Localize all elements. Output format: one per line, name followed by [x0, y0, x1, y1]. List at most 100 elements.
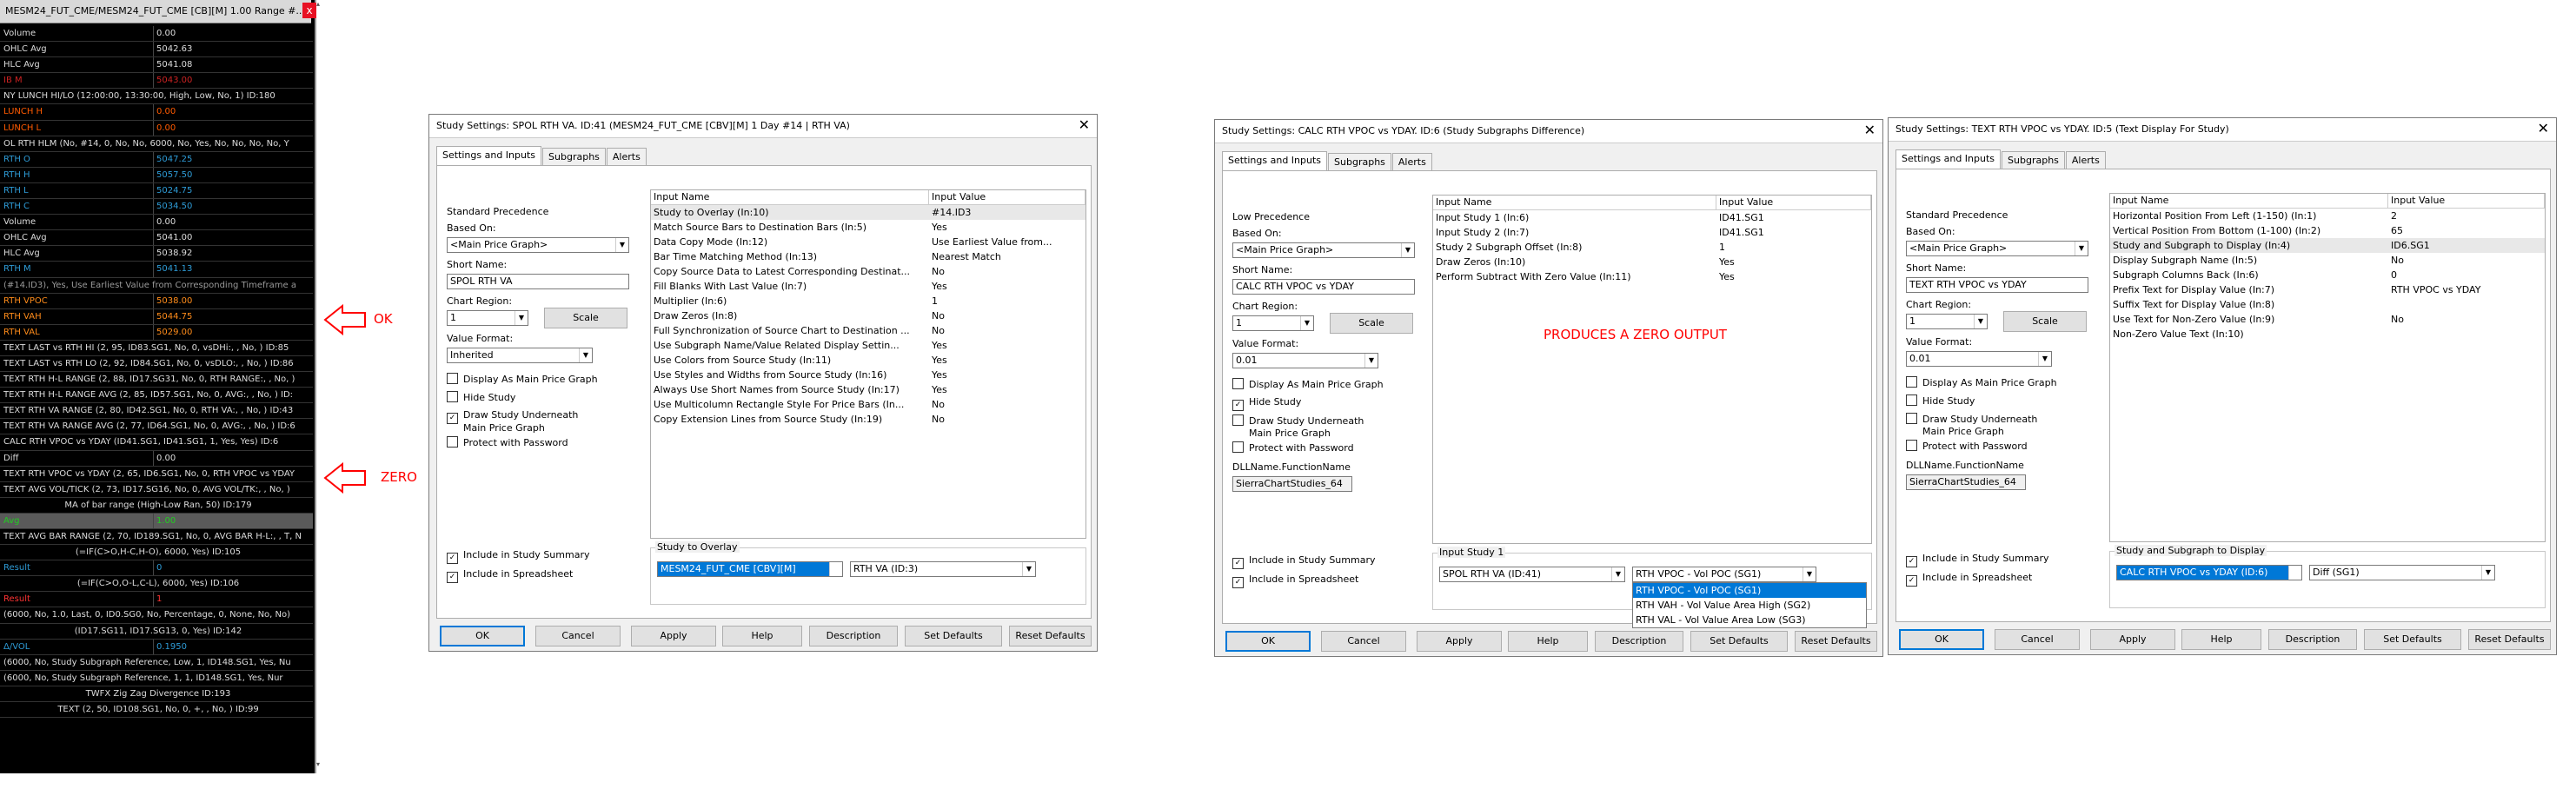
- grid-row-value[interactable]: ID6.SG1: [2391, 238, 2542, 253]
- short-name-input[interactable]: SPOL RTH VA: [447, 274, 629, 289]
- study-select[interactable]: CALC RTH VPOC vs YDAY (ID:6) ▼: [2116, 565, 2302, 580]
- chevron-down-icon[interactable]: ▼: [1611, 567, 1624, 581]
- checkbox-include-in-spreadsheet[interactable]: ✓ Include in Spreadsheet: [1906, 572, 2032, 587]
- cancel-button[interactable]: Cancel: [535, 626, 621, 646]
- scale-button[interactable]: Scale: [2003, 311, 2087, 332]
- chevron-down-icon[interactable]: ▼: [1974, 315, 1987, 328]
- grid-row-value[interactable]: Yes: [932, 220, 1083, 235]
- grid-row-value[interactable]: 1: [1719, 240, 1869, 255]
- checkbox-box[interactable]: ✓: [1906, 575, 1917, 587]
- based-on-select[interactable]: <Main Price Graph> ▼: [1232, 242, 1415, 258]
- grid-row[interactable]: Study and Subgraph to Display (In:4) ID6.…: [2110, 238, 2545, 253]
- grid-row[interactable]: Vertical Position From Bottom (1-100) (I…: [2110, 223, 2545, 238]
- cancel-button[interactable]: Cancel: [1321, 631, 1406, 652]
- ok-button[interactable]: OK: [1225, 631, 1311, 652]
- checkbox-box[interactable]: ✓: [1232, 400, 1244, 411]
- grid-row[interactable]: Non-Zero Value Text (In:10): [2110, 327, 2545, 341]
- tab-subgraphs[interactable]: Subgraphs: [542, 148, 606, 166]
- checkbox-include-in-study-summary[interactable]: ✓ Include in Study Summary: [447, 549, 589, 564]
- ok-button[interactable]: OK: [1899, 629, 1984, 650]
- grid-row-value[interactable]: RTH VPOC vs YDAY: [2391, 282, 2542, 297]
- chevron-down-icon[interactable]: ▼: [2288, 566, 2301, 580]
- dropdown-option[interactable]: RTH VPOC - Vol POC (SG1): [1633, 583, 1866, 598]
- grid-row-value[interactable]: No: [932, 308, 1083, 323]
- based-on-select[interactable]: <Main Price Graph> ▼: [1906, 241, 2088, 256]
- checkbox-box[interactable]: ✓: [447, 413, 458, 424]
- cancel-button[interactable]: Cancel: [1995, 629, 2080, 650]
- chevron-down-icon[interactable]: ▼: [2481, 566, 2494, 580]
- subgraph-select[interactable]: RTH VA (ID:3) ▼: [850, 561, 1036, 577]
- checkbox-draw-study-underneath[interactable]: Draw Study Underneath: [1232, 414, 1364, 427]
- close-icon[interactable]: ✕: [1864, 123, 1876, 138]
- description-button[interactable]: Description: [1595, 631, 1683, 652]
- checkbox-hide-study[interactable]: Hide Study: [1906, 394, 1975, 407]
- grid-row[interactable]: Input Study 1 (In:6) ID41.SG1: [1433, 210, 1871, 225]
- apply-button[interactable]: Apply: [1417, 631, 1502, 652]
- grid-row[interactable]: Multiplier (In:6) 1: [651, 294, 1086, 308]
- checkbox-box[interactable]: [1232, 378, 1244, 389]
- chevron-down-icon[interactable]: ▼: [1401, 243, 1414, 257]
- value-format-select[interactable]: 0.01 ▼: [1232, 353, 1378, 368]
- grid-row[interactable]: Horizontal Position From Left (1-150) (I…: [2110, 209, 2545, 223]
- checkbox-box[interactable]: [447, 391, 458, 402]
- grid-row[interactable]: Use Subgraph Name/Value Related Display …: [651, 338, 1086, 353]
- dropdown-option[interactable]: RTH VAH - Vol Value Area High (SG2): [1633, 598, 1866, 613]
- checkbox-box[interactable]: [447, 436, 458, 448]
- help-button[interactable]: Help: [2181, 629, 2261, 650]
- grid-row-value[interactable]: Yes: [932, 279, 1083, 294]
- dll-input[interactable]: SierraChartStudies_64: [1906, 474, 2026, 490]
- grid-row[interactable]: Use Colors from Source Study (In:11) Yes: [651, 353, 1086, 368]
- grid-row-value[interactable]: Yes: [932, 353, 1083, 368]
- tab-alerts[interactable]: Alerts: [606, 148, 647, 166]
- grid-row-value[interactable]: #14.ID3: [932, 205, 1083, 220]
- checkbox-box[interactable]: ✓: [1906, 556, 1917, 567]
- grid-row[interactable]: Copy Source Data to Latest Corresponding…: [651, 264, 1086, 279]
- grid-row[interactable]: Use Styles and Widths from Source Study …: [651, 368, 1086, 382]
- scale-button[interactable]: Scale: [1330, 313, 1413, 334]
- apply-button[interactable]: Apply: [631, 626, 716, 646]
- grid-row-value[interactable]: 65: [2391, 223, 2542, 238]
- grid-row[interactable]: Match Source Bars to Destination Bars (I…: [651, 220, 1086, 235]
- checkbox-include-in-study-summary[interactable]: ✓ Include in Study Summary: [1906, 553, 2048, 567]
- grid-row[interactable]: Suffix Text for Display Value (In:8): [2110, 297, 2545, 312]
- checkbox-box[interactable]: ✓: [1232, 558, 1244, 569]
- study-select[interactable]: SPOL RTH VA (ID:41) ▼: [1439, 567, 1625, 582]
- apply-button[interactable]: Apply: [2090, 629, 2175, 650]
- grid-row-value[interactable]: No: [932, 264, 1083, 279]
- tab-alerts[interactable]: Alerts: [2065, 151, 2106, 169]
- checkbox-box[interactable]: [1906, 413, 1917, 424]
- data-window-scrollbar[interactable]: ▴ ▾: [316, 0, 322, 773]
- chart-region-select[interactable]: 1 ▼: [1232, 315, 1314, 331]
- grid-row-value[interactable]: Use Earliest Value from...: [932, 235, 1083, 249]
- chevron-down-icon[interactable]: ▼: [1022, 562, 1035, 576]
- reset-defaults-button[interactable]: Reset Defaults: [1795, 631, 1877, 652]
- value-format-select[interactable]: 0.01 ▼: [1906, 351, 2052, 367]
- grid-row[interactable]: Input Study 2 (In:7) ID41.SG1: [1433, 225, 1871, 240]
- subgraph-select[interactable]: RTH VPOC - Vol POC (SG1) ▼: [1632, 567, 1816, 582]
- checkbox-include-in-spreadsheet[interactable]: ✓ Include in Spreadsheet: [1232, 574, 1358, 588]
- checkbox-protect-with-password[interactable]: Protect with Password: [1906, 440, 2028, 452]
- tab-settings-and-inputs[interactable]: Settings and Inputs: [1895, 149, 2002, 169]
- short-name-input[interactable]: CALC RTH VPOC vs YDAY: [1232, 279, 1415, 295]
- reset-defaults-button[interactable]: Reset Defaults: [1009, 626, 1092, 646]
- checkbox-display-as-main-price-graph[interactable]: Display As Main Price Graph: [1906, 376, 2057, 388]
- grid-row-value[interactable]: 2: [2391, 209, 2542, 223]
- chevron-down-icon[interactable]: ▼: [1803, 567, 1816, 581]
- set-defaults-button[interactable]: Set Defaults: [1690, 631, 1788, 652]
- chevron-down-icon[interactable]: ▼: [1300, 316, 1313, 330]
- close-icon[interactable]: ✕: [2538, 121, 2549, 136]
- help-button[interactable]: Help: [722, 626, 802, 646]
- grid-row[interactable]: Study to Overlay (In:10) #14.ID3: [651, 205, 1086, 220]
- checkbox-box[interactable]: [1906, 440, 1917, 451]
- grid-row[interactable]: Draw Zeros (In:10) Yes: [1433, 255, 1871, 269]
- description-button[interactable]: Description: [2268, 629, 2357, 650]
- checkbox-box[interactable]: [1906, 394, 1917, 406]
- description-button[interactable]: Description: [809, 626, 898, 646]
- scroll-down-icon[interactable]: ▾: [316, 760, 322, 769]
- checkbox-box[interactable]: [1232, 414, 1244, 426]
- checkbox-box[interactable]: ✓: [447, 553, 458, 564]
- grid-row[interactable]: Draw Zeros (In:8) No: [651, 308, 1086, 323]
- grid-row-value[interactable]: No: [932, 323, 1083, 338]
- chevron-down-icon[interactable]: ▼: [515, 311, 528, 325]
- grid-row[interactable]: Copy Extension Lines from Source Study (…: [651, 412, 1086, 427]
